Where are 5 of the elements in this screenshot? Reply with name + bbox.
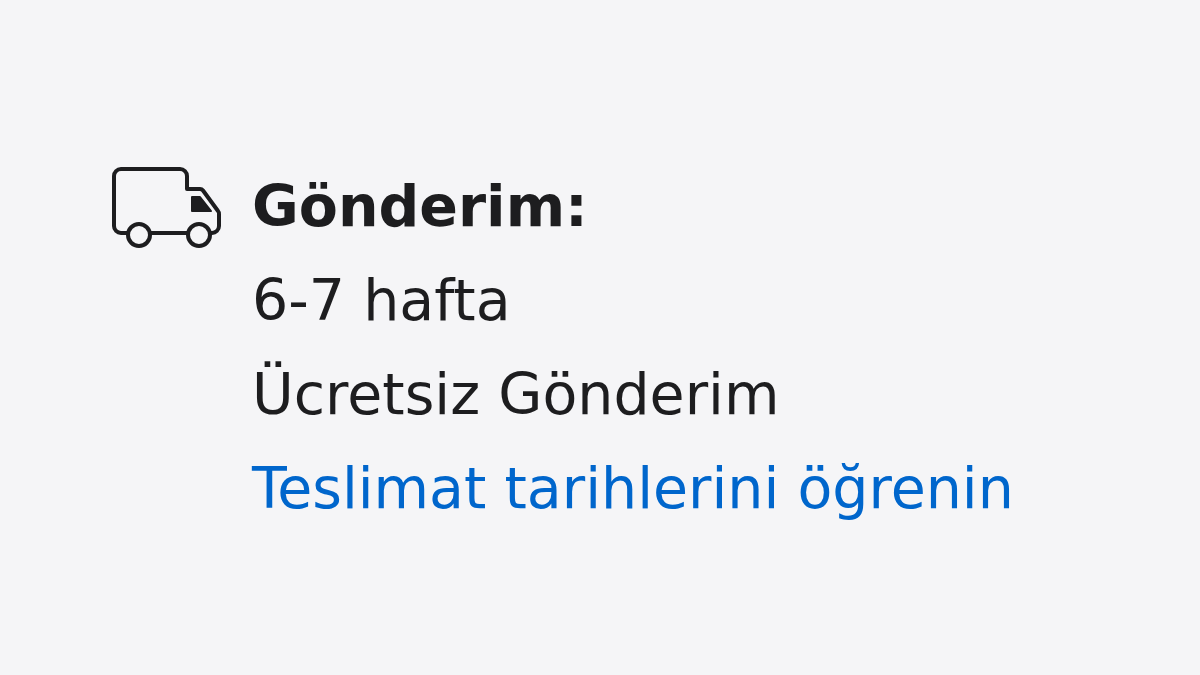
shipping-heading: Gönderim: [252,172,588,241]
shipping-info-text: Ücretsiz Gönderim [252,360,780,429]
truck-icon [112,167,224,249]
shipping-info-text: 6-7 hafta [252,266,511,335]
delivery-dates-link[interactable]: Teslimat tarihlerini öğrenin [252,441,1014,535]
